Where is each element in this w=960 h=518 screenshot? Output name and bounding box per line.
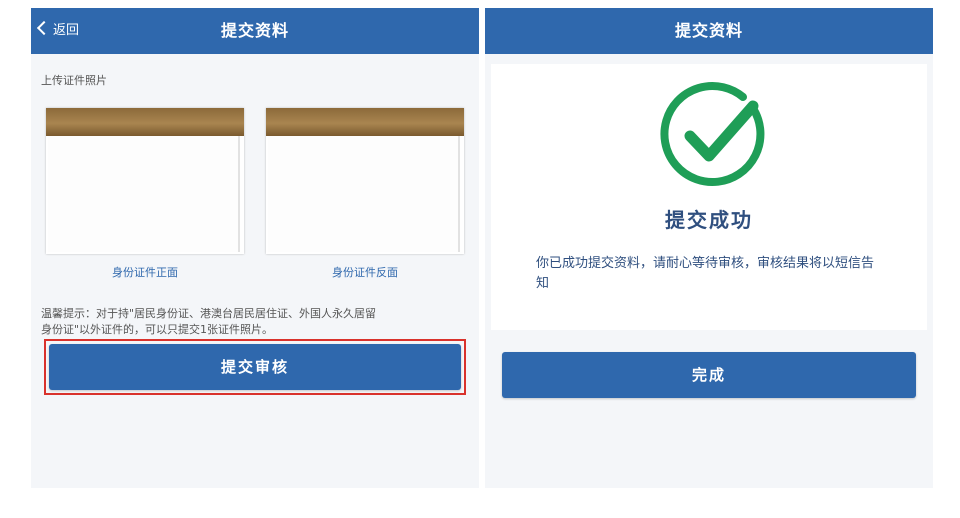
success-message: 你已成功提交资料，请耐心等待审核，审核结果将以短信告知 xyxy=(536,256,875,291)
title-bar: 提交资料 xyxy=(485,8,933,54)
done-button[interactable]: 完成 xyxy=(502,352,916,398)
back-button[interactable]: 返回 xyxy=(36,8,80,54)
photo-document xyxy=(48,136,240,252)
photo-document xyxy=(268,136,460,252)
chevron-left-icon xyxy=(36,20,52,36)
submit-review-button[interactable]: 提交审核 xyxy=(49,344,461,390)
page-title: 提交资料 xyxy=(674,21,743,40)
check-circle-icon xyxy=(660,82,765,186)
back-label: 返回 xyxy=(53,23,80,38)
photo-background xyxy=(266,108,464,136)
upload-screen: 提交资料 返回 上传证件照片 身份证件正面 身份证件反面 温馨提示：对于持"居民… xyxy=(31,8,479,488)
id-back-photo[interactable] xyxy=(266,108,464,254)
success-screen: 提交资料 提交成功 你已成功提交资料，请耐心等待审核，审核结果将以短信告知 完成 xyxy=(485,8,933,488)
tip-text: 温馨提示：对于持"居民身份证、港澳台居民居住证、外国人永久居留 身份证"以外证件… xyxy=(41,306,461,338)
front-photo-caption: 身份证件正面 xyxy=(112,266,178,279)
title-bar: 提交资料 返回 xyxy=(31,8,479,54)
page-title: 提交资料 xyxy=(220,21,289,40)
section-label: 上传证件照片 xyxy=(41,74,107,87)
photo-background xyxy=(46,108,244,136)
back-photo-caption: 身份证件反面 xyxy=(332,266,398,279)
id-front-photo[interactable] xyxy=(46,108,244,254)
success-title: 提交成功 xyxy=(665,208,753,232)
tip-line-1: 温馨提示：对于持"居民身份证、港澳台居民居住证、外国人永久居留 xyxy=(41,307,377,320)
tip-line-2: 身份证"以外证件的，可以只提交1张证件照片。 xyxy=(41,323,274,336)
success-card: 提交成功 你已成功提交资料，请耐心等待审核，审核结果将以短信告知 xyxy=(491,64,927,330)
